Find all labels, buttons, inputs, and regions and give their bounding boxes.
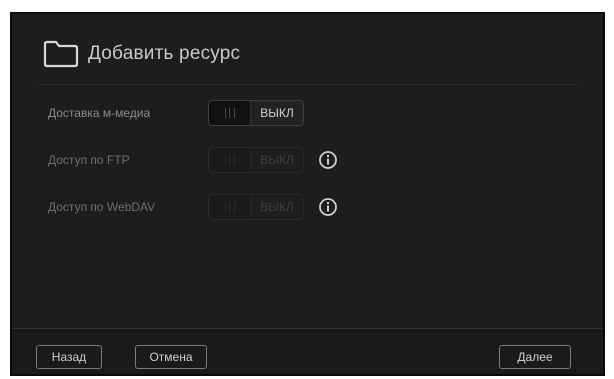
setting-label: Доступ по FTP (48, 153, 130, 167)
setting-label: Доставка м-медиа (48, 106, 151, 120)
cancel-button[interactable]: Отмена (135, 345, 207, 369)
next-button[interactable]: Далее (499, 345, 571, 369)
header-divider (37, 84, 578, 85)
toggle-state: ВЫКЛ (251, 101, 303, 125)
setting-row-webdav: Доступ по WebDAV ВЫКЛ (48, 194, 338, 220)
ftp-access-toggle[interactable]: ВЫКЛ (208, 147, 304, 173)
media-delivery-toggle[interactable]: ВЫКЛ (208, 100, 304, 126)
toggle-state: ВЫКЛ (251, 148, 303, 172)
toggle-knob (209, 101, 251, 125)
dialog-footer: Назад Отмена Далее (12, 329, 603, 374)
setting-row-media: Доставка м-медиа ВЫКЛ (48, 100, 304, 126)
info-icon[interactable] (318, 197, 338, 217)
setting-row-ftp: Доступ по FTP ВЫКЛ (48, 147, 338, 173)
webdav-access-toggle[interactable]: ВЫКЛ (208, 194, 304, 220)
add-share-dialog: Добавить ресурс Доставка м-медиа ВЫКЛ До… (10, 12, 605, 376)
folder-icon (43, 40, 79, 68)
toggle-knob (209, 148, 251, 172)
dialog-title: Добавить ресурс (88, 43, 241, 64)
toggle-state: ВЫКЛ (251, 195, 303, 219)
toggle-knob (209, 195, 251, 219)
dialog-header: Добавить ресурс (42, 34, 240, 74)
back-button[interactable]: Назад (36, 345, 102, 369)
info-icon[interactable] (318, 150, 338, 170)
setting-label: Доступ по WebDAV (48, 200, 156, 214)
